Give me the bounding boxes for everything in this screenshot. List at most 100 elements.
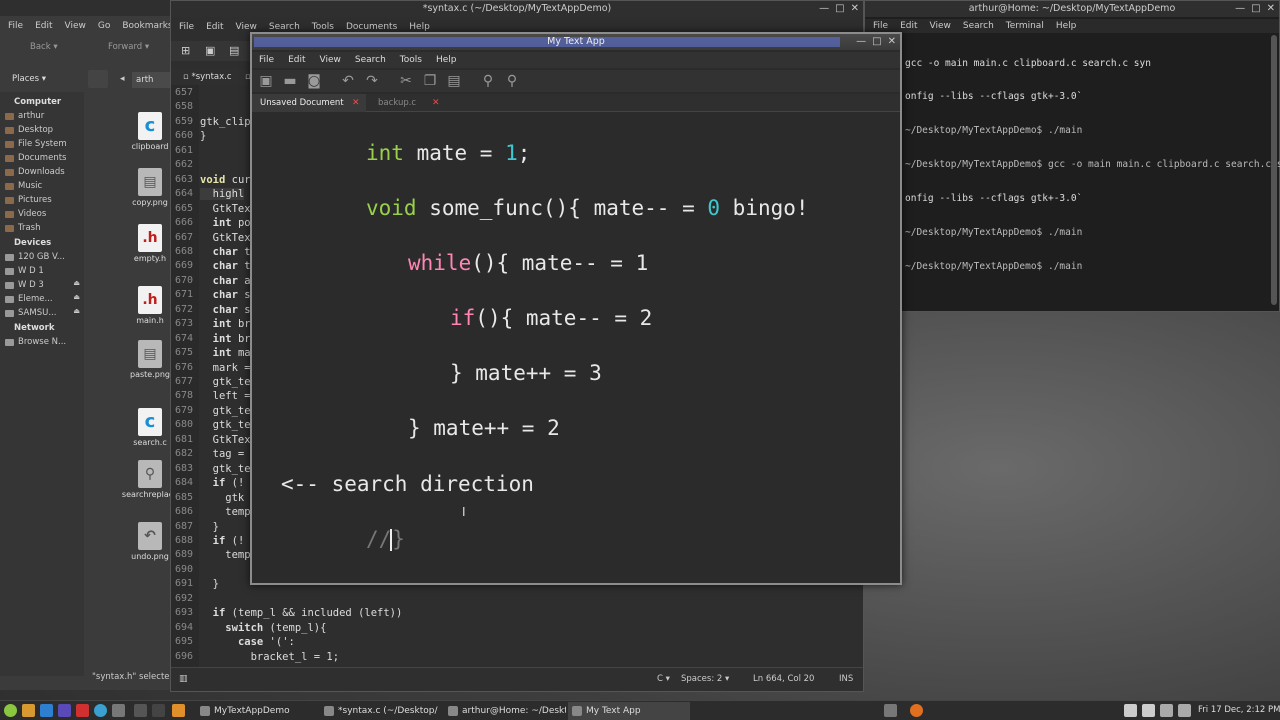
sidebar-item-desktop[interactable]: Desktop [0, 123, 84, 137]
my-text-app-editor[interactable]: int mate = 1; void some_func(){ mate-- =… [252, 113, 900, 583]
menu-file[interactable]: File [179, 22, 194, 32]
sidebar-item-file-system[interactable]: File System [0, 137, 84, 151]
app-launcher-icon[interactable] [94, 704, 107, 717]
sidebar-item-device-wd1[interactable]: W D 1 [0, 264, 84, 278]
terminal-menu-search[interactable]: Search [963, 21, 994, 31]
menu-help[interactable]: Help [409, 22, 430, 32]
start-menu-icon[interactable] [4, 704, 17, 717]
tab-syntax-c[interactable]: ▫ *syntax.c [183, 72, 232, 82]
redo-icon[interactable]: ↷ [364, 73, 380, 89]
tray-icon[interactable] [1124, 704, 1137, 717]
eject-icon[interactable]: ⏏ [73, 293, 80, 301]
cut-icon[interactable]: ✂ [398, 73, 414, 89]
fm-menu-edit[interactable]: Edit [35, 21, 52, 31]
tab-backup-c[interactable]: backup.c ✕ [370, 94, 454, 112]
terminal-menu-terminal[interactable]: Terminal [1006, 21, 1044, 31]
maximize-icon[interactable]: □ [872, 34, 881, 50]
new-file-icon[interactable]: ⊞ [181, 44, 190, 57]
terminal-menu-file[interactable]: File [873, 21, 888, 31]
task-terminal[interactable]: arthur@Home: ~/Deskt... [444, 702, 566, 720]
terminal-output[interactable]: gcc -o main main.c clipboard.c search.c … [905, 35, 1280, 295]
copy-icon[interactable]: ❐ [422, 73, 438, 89]
task-mytextappdemo[interactable]: MyTextAppDemo [196, 702, 312, 720]
sidebar-toggle-icon[interactable]: ▥ [179, 674, 188, 684]
sidebar-item-downloads[interactable]: Downloads [0, 165, 84, 179]
close-tab-icon[interactable]: ✕ [432, 94, 440, 112]
paste-icon[interactable]: ▤ [446, 73, 462, 89]
toggle-view-button[interactable] [88, 70, 108, 88]
sidebar-item-arthur[interactable]: arthur [0, 109, 84, 123]
app-launcher-icon[interactable] [58, 704, 71, 717]
save-file-icon[interactable]: ▤ [229, 44, 239, 57]
fm-menu-bookmarks[interactable]: Bookmarks [122, 21, 172, 31]
menu-search[interactable]: Search [269, 22, 300, 32]
tray-icon[interactable] [1160, 704, 1173, 717]
close-icon[interactable]: ✕ [851, 1, 859, 17]
app-launcher-icon[interactable] [152, 704, 165, 717]
eject-icon[interactable]: ⏏ [73, 279, 80, 287]
undo-icon[interactable]: ↶ [340, 73, 356, 89]
close-icon[interactable]: ✕ [1267, 1, 1275, 17]
volume-icon[interactable] [1178, 704, 1191, 717]
app-launcher-icon[interactable] [172, 704, 185, 717]
save-icon[interactable]: ◙ [306, 73, 322, 89]
minimize-icon[interactable]: — [856, 34, 866, 50]
search-icon[interactable]: ⚲ [480, 73, 496, 89]
sidebar-item-pictures[interactable]: Pictures [0, 193, 84, 207]
indent-selector[interactable]: Spaces: 2 ▾ [681, 674, 729, 684]
fm-menu-go[interactable]: Go [98, 21, 110, 31]
close-icon[interactable]: ✕ [888, 34, 896, 50]
open-file-icon[interactable]: ▣ [205, 44, 215, 57]
back-button[interactable]: Back ▾ [30, 42, 58, 52]
app-menu-file[interactable]: File [259, 55, 274, 65]
maximize-icon[interactable]: □ [1251, 1, 1260, 17]
task-syntax-c[interactable]: *syntax.c (~/Desktop/... [320, 702, 438, 720]
app-menu-search[interactable]: Search [355, 55, 386, 65]
sidebar-item-music[interactable]: Music [0, 179, 84, 193]
forward-button[interactable]: Forward ▾ [108, 42, 149, 52]
terminal-scrollbar[interactable] [1271, 35, 1277, 305]
sidebar-item-videos[interactable]: Videos [0, 207, 84, 221]
terminal-menu-edit[interactable]: Edit [900, 21, 917, 31]
minimize-icon[interactable]: — [1235, 1, 1245, 17]
network-icon[interactable] [1142, 704, 1155, 717]
tray-icon[interactable] [884, 704, 897, 717]
sidebar-item-device-120gb[interactable]: 120 GB V... [0, 250, 84, 264]
app-menu-help[interactable]: Help [436, 55, 457, 65]
fm-menu-file[interactable]: File [8, 21, 23, 31]
sidebar-item-device-samsung[interactable]: SAMSU... ⏏ [0, 306, 84, 320]
app-menu-view[interactable]: View [320, 55, 341, 65]
app-launcher-icon[interactable] [112, 704, 125, 717]
menu-tools[interactable]: Tools [312, 22, 334, 32]
path-bar-segment[interactable]: arth [132, 72, 172, 88]
close-tab-icon[interactable]: ✕ [352, 94, 360, 112]
sidebar-item-documents[interactable]: Documents [0, 151, 84, 165]
new-document-icon[interactable]: ▣ [258, 73, 274, 89]
eject-icon[interactable]: ⏏ [73, 307, 80, 315]
sidebar-item-device-wd3[interactable]: W D 3 ⏏ [0, 278, 84, 292]
terminal-launcher-icon[interactable] [134, 704, 147, 717]
menu-edit[interactable]: Edit [206, 22, 223, 32]
path-back-arrow-icon[interactable]: ◂ [120, 74, 125, 84]
app-menu-edit[interactable]: Edit [288, 55, 305, 65]
minimize-icon[interactable]: — [819, 1, 829, 17]
terminal-menu-view[interactable]: View [930, 21, 951, 31]
places-dropdown[interactable]: Places ▾ [12, 74, 46, 84]
tray-icon[interactable] [910, 704, 923, 717]
menu-view[interactable]: View [236, 22, 257, 32]
app-menu-tools[interactable]: Tools [400, 55, 422, 65]
browser-launcher-icon[interactable] [40, 704, 53, 717]
terminal-menu-help[interactable]: Help [1056, 21, 1077, 31]
app-launcher-icon[interactable] [76, 704, 89, 717]
tab-unsaved-document[interactable]: Unsaved Document ✕ [252, 94, 366, 112]
clock[interactable]: Fri 17 Dec, 2:12 PM [1198, 705, 1280, 715]
menu-documents[interactable]: Documents [346, 22, 397, 32]
sidebar-item-device-element[interactable]: Eleme... ⏏ [0, 292, 84, 306]
task-my-text-app[interactable]: My Text App [568, 702, 690, 720]
open-folder-icon[interactable]: ▬ [282, 73, 298, 89]
language-selector[interactable]: C ▾ [657, 674, 670, 684]
sidebar-item-browse-network[interactable]: Browse N... [0, 335, 84, 349]
maximize-icon[interactable]: □ [835, 1, 844, 17]
search-replace-icon[interactable]: ⚲ [504, 73, 520, 89]
files-launcher-icon[interactable] [22, 704, 35, 717]
